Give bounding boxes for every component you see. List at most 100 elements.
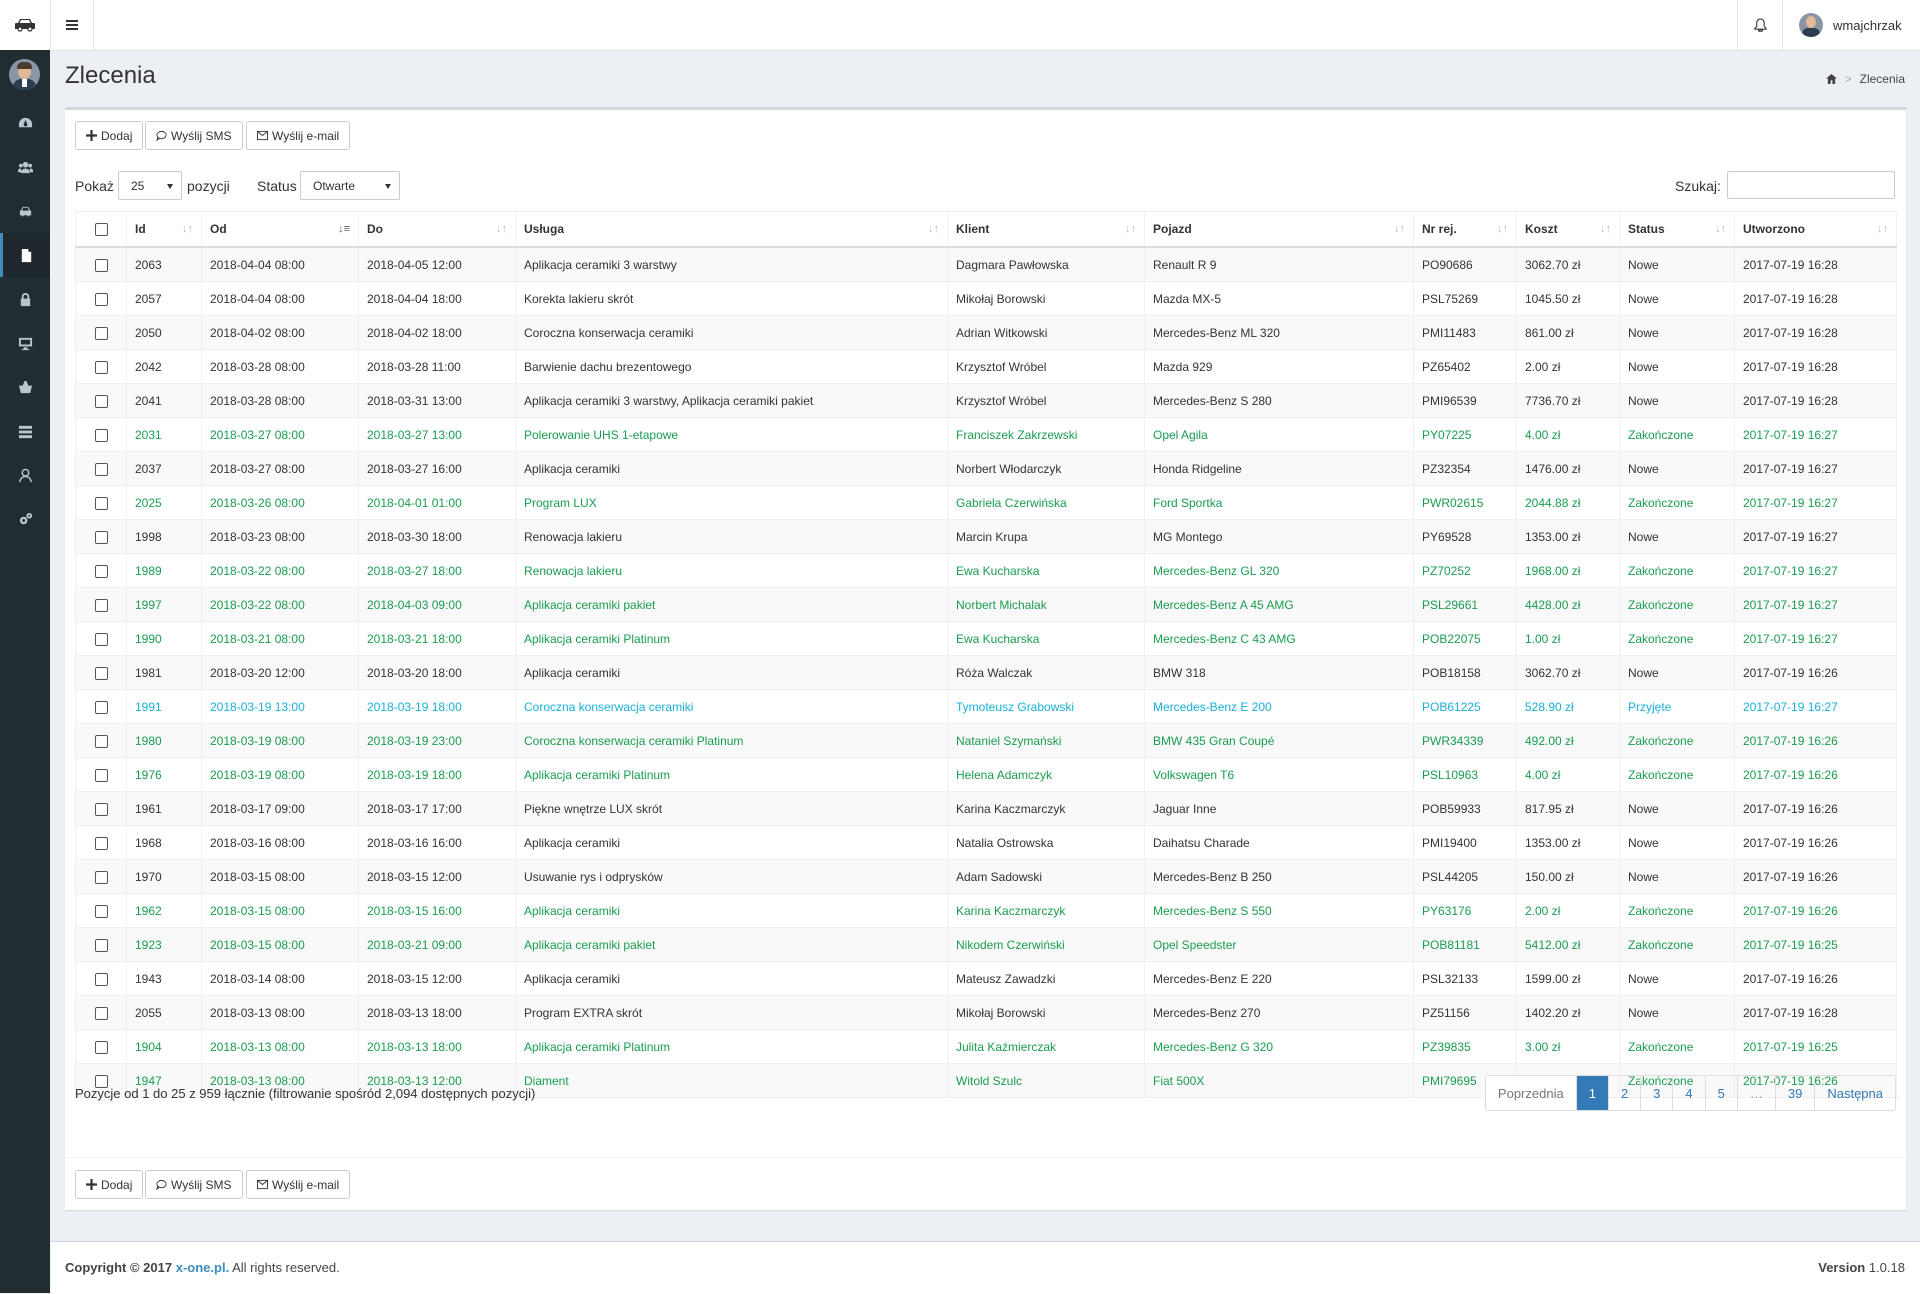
sort-icon: ↓↑ [1600, 223, 1611, 235]
table-row[interactable]: 1976 2018-03-19 08:00 2018-03-19 18:00 Apli… [75, 757, 1897, 792]
row-checkbox-cell [75, 791, 127, 826]
table-row[interactable]: 2031 2018-03-27 08:00 2018-03-27 13:00 Pole… [75, 417, 1897, 452]
sidebar-item-users[interactable] [0, 145, 50, 189]
column-header-vehicle[interactable]: Pojazd ↓↑ [1144, 211, 1414, 248]
column-header-id[interactable]: Id ↓↑ [126, 211, 202, 248]
table-row[interactable]: 1904 2018-03-13 08:00 2018-03-13 18:00 Apli… [75, 1029, 1897, 1064]
sort-icon: ↓↑ [928, 223, 939, 235]
row-checkbox[interactable] [94, 462, 108, 476]
column-header-from[interactable]: Od ↓≡ [201, 211, 359, 248]
table-row[interactable]: 1962 2018-03-15 08:00 2018-03-15 16:00 Apli… [75, 893, 1897, 928]
pagination-page-4[interactable]: 4 [1672, 1076, 1704, 1110]
table-row[interactable]: 2055 2018-03-13 08:00 2018-03-13 18:00 Prog… [75, 995, 1897, 1030]
row-checkbox[interactable] [94, 972, 108, 986]
column-header-to[interactable]: Do ↓↑ [358, 211, 516, 248]
table-row[interactable]: 1998 2018-03-23 08:00 2018-03-30 18:00 Reno… [75, 519, 1897, 554]
sidebar-toggle[interactable] [51, 0, 94, 50]
row-checkbox[interactable] [94, 496, 108, 510]
row-checkbox[interactable] [94, 734, 108, 748]
pagination-next[interactable]: Następna [1814, 1076, 1895, 1110]
table-row[interactable]: 2025 2018-03-26 08:00 2018-04-01 01:00 Prog… [75, 485, 1897, 520]
sidebar-item-account[interactable] [0, 453, 50, 497]
row-checkbox[interactable] [94, 598, 108, 612]
sidebar-item-dashboard[interactable] [0, 101, 50, 145]
row-checkbox[interactable] [94, 666, 108, 680]
page-length-select[interactable]: 25 [118, 171, 182, 200]
column-header-cost[interactable]: Koszt ↓↑ [1516, 211, 1620, 248]
brand-link[interactable]: x-one.pl. [176, 1260, 229, 1275]
send-email-button-bottom[interactable]: Wyślij e-mail [246, 1170, 351, 1199]
row-checkbox[interactable] [94, 258, 108, 272]
row-checkbox[interactable] [94, 360, 108, 374]
row-checkbox[interactable] [94, 904, 108, 918]
table-row[interactable]: 1943 2018-03-14 08:00 2018-03-15 12:00 Apli… [75, 961, 1897, 996]
search-input[interactable] [1727, 171, 1895, 199]
table-row[interactable]: 2042 2018-03-28 08:00 2018-03-28 11:00 Barw… [75, 349, 1897, 384]
row-checkbox[interactable] [94, 530, 108, 544]
column-header-created[interactable]: Utworzono ↓↑ [1734, 211, 1897, 248]
send-sms-button-bottom[interactable]: Wyślij SMS [145, 1170, 243, 1199]
table-row[interactable]: 1990 2018-03-21 08:00 2018-03-21 18:00 Apli… [75, 621, 1897, 656]
table-row[interactable]: 2050 2018-04-02 08:00 2018-04-02 18:00 Coro… [75, 315, 1897, 350]
row-checkbox[interactable] [94, 870, 108, 884]
row-checkbox[interactable] [94, 802, 108, 816]
pagination-page-39[interactable]: 39 [1774, 1076, 1814, 1110]
row-checkbox[interactable] [94, 564, 108, 578]
row-checkbox[interactable] [94, 836, 108, 850]
home-icon[interactable] [1825, 74, 1837, 84]
sidebar-item-shop[interactable] [0, 365, 50, 409]
cell-client: Marcin Krupa [947, 519, 1145, 554]
row-checkbox[interactable] [94, 394, 108, 408]
row-checkbox[interactable] [94, 1006, 108, 1020]
row-checkbox[interactable] [94, 428, 108, 442]
table-row[interactable]: 1981 2018-03-20 12:00 2018-03-20 18:00 Apli… [75, 655, 1897, 690]
logo[interactable] [0, 0, 51, 50]
table-row[interactable]: 1997 2018-03-22 08:00 2018-04-03 09:00 Apli… [75, 587, 1897, 622]
row-checkbox-cell [75, 655, 127, 690]
table-row[interactable]: 2057 2018-04-04 08:00 2018-04-04 18:00 Kore… [75, 281, 1897, 316]
sidebar-item-settings[interactable] [0, 497, 50, 541]
table-row[interactable]: 1923 2018-03-15 08:00 2018-03-21 09:00 Apli… [75, 927, 1897, 962]
comment-icon [156, 130, 167, 141]
add-button-bottom[interactable]: Dodaj [75, 1170, 144, 1199]
table-row[interactable]: 1970 2018-03-15 08:00 2018-03-15 12:00 Usuw… [75, 859, 1897, 894]
pagination-page-1[interactable]: 1 [1575, 1076, 1608, 1110]
pagination-page-5[interactable]: 5 [1704, 1076, 1737, 1110]
row-checkbox[interactable] [94, 632, 108, 646]
sidebar-item-monitor[interactable] [0, 321, 50, 365]
send-email-button[interactable]: Wyślij e-mail [246, 121, 351, 150]
row-checkbox[interactable] [94, 938, 108, 952]
sidebar-item-list[interactable] [0, 409, 50, 453]
row-checkbox[interactable] [94, 326, 108, 340]
add-button[interactable]: Dodaj [75, 121, 144, 150]
select-all-checkbox[interactable] [94, 223, 108, 237]
sidebar-item-vehicles[interactable] [0, 189, 50, 233]
sidebar-item-orders[interactable] [0, 233, 50, 277]
row-checkbox[interactable] [94, 1040, 108, 1054]
row-checkbox[interactable] [94, 768, 108, 782]
row-checkbox[interactable] [94, 292, 108, 306]
sidebar-item-security[interactable] [0, 277, 50, 321]
pagination-prev[interactable]: Poprzednia [1485, 1076, 1576, 1110]
column-header-client[interactable]: Klient ↓↑ [947, 211, 1145, 248]
table-row[interactable]: 2063 2018-04-04 08:00 2018-04-05 12:00 Apli… [75, 246, 1897, 282]
column-header-plate[interactable]: Nr rej. ↓↑ [1413, 211, 1517, 248]
pagination-page-3[interactable]: 3 [1640, 1076, 1672, 1110]
table-row[interactable]: 2041 2018-03-28 08:00 2018-03-31 13:00 Apli… [75, 383, 1897, 418]
avatar[interactable] [9, 59, 40, 90]
envelope-icon [257, 130, 268, 141]
user-menu[interactable]: wmajchrzak [1782, 0, 1920, 50]
column-header-service[interactable]: Usługa ↓↑ [515, 211, 948, 248]
table-row[interactable]: 1968 2018-03-16 08:00 2018-03-16 16:00 Apli… [75, 825, 1897, 860]
status-filter-select[interactable]: Otwarte [300, 171, 400, 200]
row-checkbox[interactable] [94, 700, 108, 714]
table-row[interactable]: 1989 2018-03-22 08:00 2018-03-27 18:00 Reno… [75, 553, 1897, 588]
table-row[interactable]: 2037 2018-03-27 08:00 2018-03-27 16:00 Apli… [75, 451, 1897, 486]
column-header-status[interactable]: Status ↓↑ [1619, 211, 1735, 248]
table-row[interactable]: 1961 2018-03-17 09:00 2018-03-17 17:00 Pięk… [75, 791, 1897, 826]
send-sms-button[interactable]: Wyślij SMS [145, 121, 243, 150]
pagination-page-2[interactable]: 2 [1607, 1076, 1640, 1110]
table-row[interactable]: 1991 2018-03-19 13:00 2018-03-19 18:00 Coro… [75, 689, 1897, 724]
notifications-button[interactable] [1737, 0, 1783, 50]
table-row[interactable]: 1980 2018-03-19 08:00 2018-03-19 23:00 Coro… [75, 723, 1897, 758]
